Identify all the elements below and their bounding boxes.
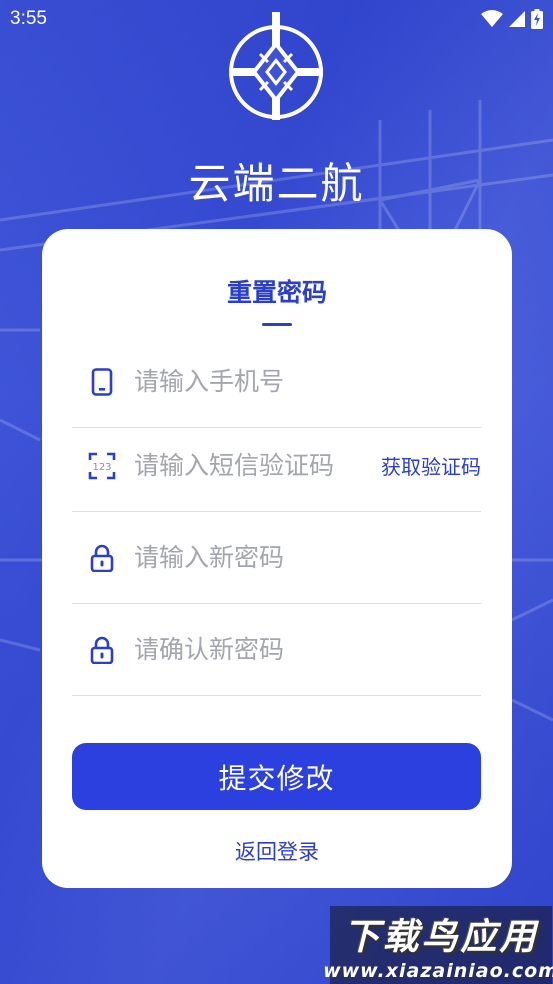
cellular-signal-icon bbox=[509, 11, 525, 27]
phone-field bbox=[72, 336, 481, 428]
lock-icon bbox=[88, 636, 116, 664]
status-time: 3:55 bbox=[10, 8, 47, 29]
sms-code-field: 123 获取验证码 bbox=[72, 420, 481, 512]
phone-icon bbox=[88, 367, 116, 396]
card-title: 重置密码 bbox=[226, 278, 327, 307]
verification-code-icon: 123 bbox=[88, 452, 116, 480]
status-icons bbox=[481, 9, 543, 29]
confirm-password-field bbox=[72, 604, 481, 696]
watermark-logo: 下载鸟应用 www.xiazainiao.com bbox=[323, 906, 553, 984]
lock-icon bbox=[88, 544, 116, 572]
confirm-password-input[interactable] bbox=[134, 635, 481, 664]
wifi-icon bbox=[481, 10, 503, 27]
verification-code-icon-text: 123 bbox=[92, 462, 111, 473]
sms-code-input[interactable] bbox=[134, 451, 379, 480]
app-title: 云端二航 bbox=[188, 159, 365, 208]
reset-password-card: 重置密码 123 获取验证码 bbox=[42, 229, 512, 888]
battery-charging-icon bbox=[531, 9, 543, 29]
phone-input[interactable] bbox=[134, 367, 481, 396]
submit-button[interactable]: 提交修改 bbox=[72, 743, 481, 810]
app-logo bbox=[229, 12, 323, 120]
get-code-button[interactable]: 获取验证码 bbox=[381, 451, 481, 480]
watermark-url-text: www.xiazainiao.com bbox=[323, 960, 553, 982]
new-password-input[interactable] bbox=[134, 543, 481, 572]
title-underline bbox=[262, 323, 292, 326]
watermark-main-text: 下载鸟应用 bbox=[343, 917, 539, 958]
back-to-login-link[interactable]: 返回登录 bbox=[42, 836, 512, 866]
new-password-field bbox=[72, 512, 481, 604]
